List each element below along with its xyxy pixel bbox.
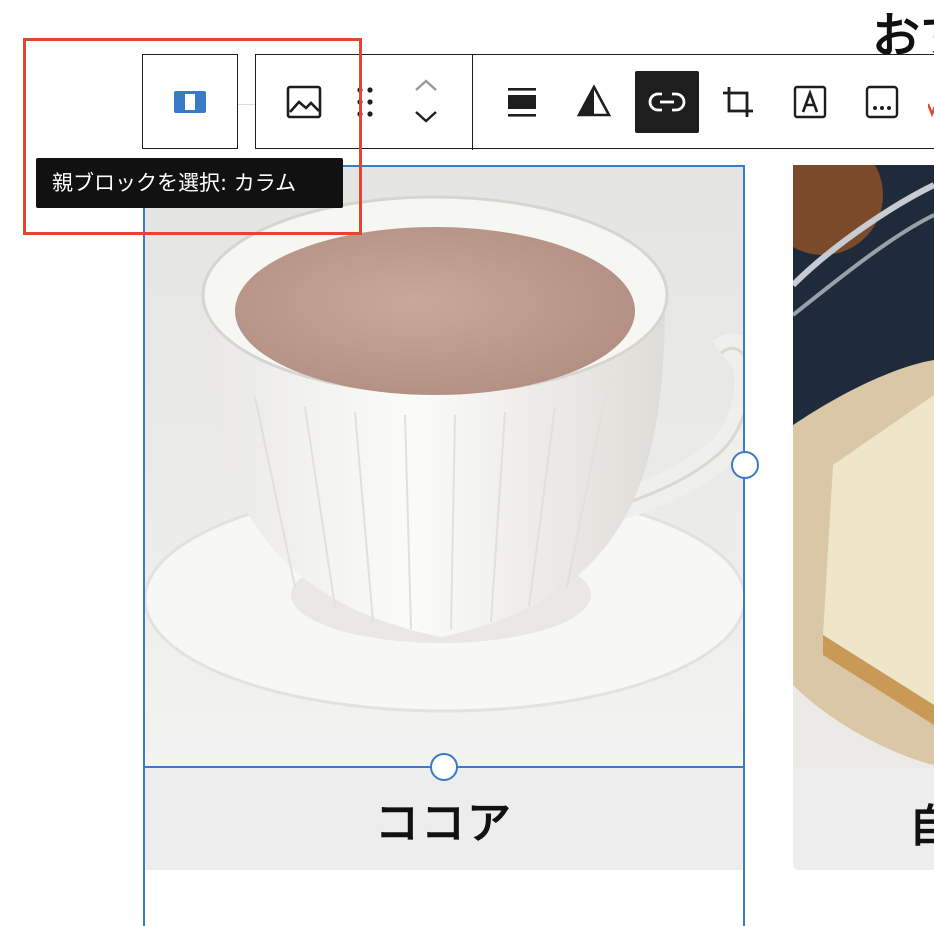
link-icon xyxy=(648,92,686,112)
cheesecake-image[interactable] xyxy=(793,165,934,768)
text-overlay-button[interactable] xyxy=(780,71,840,133)
image-icon xyxy=(286,85,322,119)
toolbar-separator xyxy=(472,55,473,150)
caption-text-second: 自 xyxy=(909,801,934,852)
crop-button[interactable] xyxy=(708,71,768,133)
alt-text-button[interactable] xyxy=(852,71,912,133)
offscreen-marker xyxy=(928,100,934,118)
align-button[interactable] xyxy=(492,71,552,133)
columns-icon xyxy=(174,91,206,113)
caption-second[interactable]: 自 xyxy=(793,768,934,870)
text-overlay-icon xyxy=(793,85,827,119)
move-down-icon xyxy=(415,111,437,123)
drag-handle-icon xyxy=(357,87,373,117)
cheesecake-illustration xyxy=(793,165,934,768)
caption-cocoa[interactable]: ココア xyxy=(145,768,743,870)
move-down-button[interactable] xyxy=(396,101,456,133)
link-button[interactable] xyxy=(635,71,699,133)
parent-block-group xyxy=(142,54,238,149)
drag-handle-button[interactable] xyxy=(336,71,394,133)
block-type-image-button[interactable] xyxy=(274,71,334,133)
toolbar-divider xyxy=(238,104,256,105)
caption-text: ココア xyxy=(375,798,513,849)
duotone-button[interactable] xyxy=(564,71,624,133)
resize-handle-bottom[interactable] xyxy=(430,753,458,781)
select-parent-columns-button[interactable] xyxy=(160,71,220,133)
align-icon xyxy=(508,88,536,117)
move-up-button[interactable] xyxy=(396,69,456,101)
move-up-icon xyxy=(415,79,437,91)
crop-icon xyxy=(723,87,753,117)
resize-handle-right[interactable] xyxy=(731,451,759,479)
duotone-icon xyxy=(576,84,612,117)
block-toolbar xyxy=(255,54,934,150)
alt-text-icon xyxy=(865,85,899,119)
parent-block-tooltip: 親ブロックを選択: カラム xyxy=(36,158,343,208)
